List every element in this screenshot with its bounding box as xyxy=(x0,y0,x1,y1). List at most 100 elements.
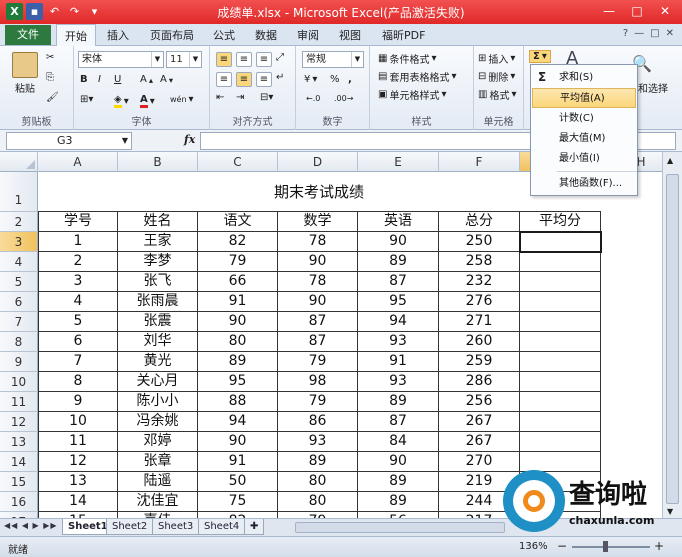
row-header[interactable]: 8 xyxy=(0,332,38,352)
zoom-slider[interactable] xyxy=(572,546,650,548)
table-cell[interactable]: 冯余姚 xyxy=(118,412,198,432)
help-icon[interactable]: ? xyxy=(623,28,628,39)
menu-item-count[interactable]: 计数(C) xyxy=(532,109,636,129)
orientation-icon[interactable]: ⤢ xyxy=(276,52,284,63)
table-cell[interactable]: 270 xyxy=(439,452,520,472)
row-header[interactable]: 15 xyxy=(0,472,38,492)
table-cell[interactable]: 6 xyxy=(38,332,118,352)
table-cell[interactable]: 75 xyxy=(198,492,278,512)
table-cell[interactable]: 66 xyxy=(198,272,278,292)
table-cell[interactable]: 13 xyxy=(38,472,118,492)
table-cell[interactable]: 1 xyxy=(38,232,118,252)
table-header-cell[interactable]: 英语 xyxy=(358,212,439,232)
row-header[interactable]: 14 xyxy=(0,452,38,472)
table-cell[interactable]: 267 xyxy=(439,412,520,432)
table-cell[interactable]: 78 xyxy=(278,232,358,252)
column-header-a[interactable]: A xyxy=(38,152,118,172)
table-cell[interactable]: 80 xyxy=(198,332,278,352)
horizontal-scroll-thumb[interactable] xyxy=(295,522,505,533)
decrease-decimal-icon[interactable]: .00→ xyxy=(334,94,353,103)
align-top-icon[interactable]: ≡ xyxy=(216,52,232,67)
close-button[interactable]: ✕ xyxy=(652,2,678,21)
table-cell[interactable]: 黄光 xyxy=(118,352,198,372)
table-cell[interactable]: 90 xyxy=(358,452,439,472)
ribbon-restore-icon[interactable]: □ xyxy=(650,28,659,39)
wrap-text-icon[interactable]: ↵ xyxy=(276,72,284,83)
active-cell-g3[interactable] xyxy=(519,231,602,253)
table-cell[interactable]: 87 xyxy=(358,272,439,292)
table-cell[interactable]: 89 xyxy=(358,472,439,492)
table-cell[interactable]: 79 xyxy=(198,252,278,272)
table-cell[interactable]: 91 xyxy=(198,452,278,472)
ribbon-close-icon[interactable]: ✕ xyxy=(666,28,674,39)
table-cell[interactable]: 259 xyxy=(439,352,520,372)
table-cell[interactable]: 张飞 xyxy=(118,272,198,292)
table-cell[interactable] xyxy=(520,332,601,352)
paste-button[interactable]: 粘贴 xyxy=(8,52,42,95)
table-cell[interactable]: 286 xyxy=(439,372,520,392)
table-cell[interactable]: 90 xyxy=(278,292,358,312)
grow-font-icon[interactable]: A ▴ xyxy=(140,74,153,85)
table-cell[interactable]: 95 xyxy=(358,292,439,312)
row-header[interactable]: 9 xyxy=(0,352,38,372)
row-header[interactable]: 11 xyxy=(0,392,38,412)
table-cell[interactable] xyxy=(520,312,601,332)
table-cell[interactable]: 88 xyxy=(198,392,278,412)
table-cell[interactable] xyxy=(520,412,601,432)
phonetic-button[interactable]: wén ▾ xyxy=(170,94,194,105)
italic-button[interactable]: I xyxy=(98,74,101,85)
table-cell[interactable]: 89 xyxy=(198,352,278,372)
scroll-up-icon[interactable]: ▲ xyxy=(667,156,673,165)
minimize-button[interactable]: — xyxy=(596,2,622,21)
row-header[interactable]: 10 xyxy=(0,372,38,392)
insert-button[interactable]: ⊞ 插入 ▾ xyxy=(478,51,515,66)
table-cell[interactable]: 14 xyxy=(38,492,118,512)
table-header-cell[interactable]: 平均分 xyxy=(520,212,601,232)
table-cell[interactable]: 90 xyxy=(278,252,358,272)
align-middle-icon[interactable]: ≡ xyxy=(236,52,252,67)
borders-icon[interactable]: ⊞▾ xyxy=(80,94,93,105)
align-bottom-icon[interactable]: ≡ xyxy=(256,52,272,67)
table-cell[interactable]: 94 xyxy=(198,412,278,432)
table-cell[interactable] xyxy=(520,272,601,292)
table-cell[interactable]: 5 xyxy=(38,312,118,332)
increase-indent-icon[interactable]: ⇥ xyxy=(236,92,244,103)
table-cell[interactable] xyxy=(520,292,601,312)
table-cell[interactable]: 98 xyxy=(278,372,358,392)
comma-button[interactable]: , xyxy=(348,74,352,85)
vertical-scroll-thumb[interactable] xyxy=(666,174,679,504)
tab-review[interactable]: 审阅 xyxy=(297,27,319,43)
column-header-d[interactable]: D xyxy=(278,152,358,172)
table-cell[interactable]: 90 xyxy=(198,312,278,332)
table-cell[interactable]: 94 xyxy=(358,312,439,332)
row-header[interactable]: 3 xyxy=(0,232,38,252)
table-header-cell[interactable]: 学号 xyxy=(38,212,118,232)
table-cell[interactable]: 93 xyxy=(278,432,358,452)
select-all-button[interactable] xyxy=(0,152,38,172)
increase-decimal-icon[interactable]: ←.0 xyxy=(306,94,320,103)
table-cell[interactable]: 陈小小 xyxy=(118,392,198,412)
sheet-tab-2[interactable]: Sheet2 xyxy=(106,519,154,535)
menu-item-average[interactable]: 平均值(A) xyxy=(532,88,636,108)
zoom-slider-handle[interactable] xyxy=(603,541,608,552)
font-name-select[interactable]: 宋体 ▼ xyxy=(78,51,164,68)
table-cell[interactable]: 93 xyxy=(358,372,439,392)
align-center-icon[interactable]: ≡ xyxy=(236,72,252,87)
table-cell[interactable] xyxy=(520,452,601,472)
column-header-b[interactable]: B xyxy=(118,152,198,172)
currency-button[interactable]: ¥ ▾ xyxy=(304,74,317,85)
table-cell[interactable]: 10 xyxy=(38,412,118,432)
table-cell[interactable]: 李梦 xyxy=(118,252,198,272)
shrink-font-icon[interactable]: A ▾ xyxy=(160,74,173,85)
table-cell[interactable]: 11 xyxy=(38,432,118,452)
table-cell[interactable]: 86 xyxy=(278,412,358,432)
table-cell[interactable]: 84 xyxy=(358,432,439,452)
merge-center-icon[interactable]: ⊟▾ xyxy=(260,92,273,103)
table-cell[interactable]: 7 xyxy=(38,352,118,372)
copy-icon[interactable]: ⎘ xyxy=(46,72,54,83)
table-cell[interactable]: 80 xyxy=(278,492,358,512)
tab-foxit-pdf[interactable]: 福昕PDF xyxy=(382,27,425,43)
align-left-icon[interactable]: ≡ xyxy=(216,72,232,87)
table-cell[interactable]: 79 xyxy=(278,352,358,372)
insert-function-button[interactable]: fx xyxy=(184,133,195,146)
